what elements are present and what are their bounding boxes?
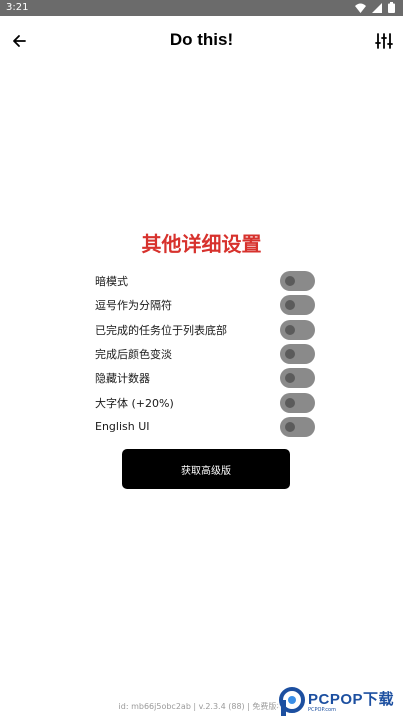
app-bar: Do this!: [0, 16, 403, 66]
watermark: PCPOP下载 PCPOP.com: [278, 684, 402, 720]
dark-mode-toggle[interactable]: [280, 271, 315, 292]
signal-icon: [372, 2, 382, 13]
toggle-thumb: [285, 397, 295, 408]
setting-label: 暗模式: [95, 275, 128, 289]
setting-hide-counter: 隐藏计数器: [95, 366, 317, 390]
english-ui-toggle[interactable]: [280, 416, 315, 437]
setting-large-font: 大字体 (+20%): [95, 390, 317, 414]
large-font-toggle[interactable]: [280, 392, 315, 413]
settings-tune-button[interactable]: [371, 28, 397, 54]
toggle-thumb: [285, 300, 295, 311]
toggle-thumb: [285, 373, 295, 384]
setting-label: 完成后颜色变淡: [95, 348, 172, 362]
toggle-thumb: [285, 349, 295, 360]
pcpop-logo-icon: [279, 687, 305, 716]
get-premium-button[interactable]: 获取高级版: [122, 449, 290, 489]
page-title: Do this!: [169, 30, 234, 49]
setting-label: English UI: [95, 420, 150, 434]
toggle-thumb: [285, 421, 295, 432]
setting-completed-bottom: 已完成的任务位于列表底部: [95, 318, 317, 342]
sliders-icon: [375, 33, 393, 49]
setting-label: 隐藏计数器: [95, 372, 150, 386]
setting-label: 逗号作为分隔符: [95, 299, 172, 313]
setting-english-ui: English UI: [95, 415, 317, 439]
hide-counter-toggle[interactable]: [280, 368, 315, 389]
status-bar: 3:21: [0, 0, 403, 16]
comma-separator-toggle[interactable]: [280, 295, 315, 316]
toggle-thumb: [285, 324, 295, 335]
setting-fade-completed: 完成后颜色变淡: [95, 342, 317, 366]
battery-icon: [388, 2, 395, 13]
status-time: 3:21: [6, 2, 29, 13]
watermark-text: PCPOP下载: [308, 690, 395, 708]
completed-bottom-toggle[interactable]: [280, 319, 315, 340]
settings-list: 暗模式 逗号作为分隔符 已完成的任务位于列表底部 完成后颜色变淡 隐藏计数器 大…: [95, 269, 317, 439]
toggle-thumb: [285, 276, 295, 287]
setting-comma-separator: 逗号作为分隔符: [95, 293, 317, 317]
setting-dark-mode: 暗模式: [95, 269, 317, 293]
setting-label: 大字体 (+20%): [95, 396, 174, 410]
system-icons: [355, 2, 395, 13]
setting-label: 已完成的任务位于列表底部: [95, 323, 227, 337]
section-title: 其他详细设置: [141, 232, 262, 256]
fade-completed-toggle[interactable]: [280, 344, 315, 365]
wifi-icon: [355, 3, 366, 13]
